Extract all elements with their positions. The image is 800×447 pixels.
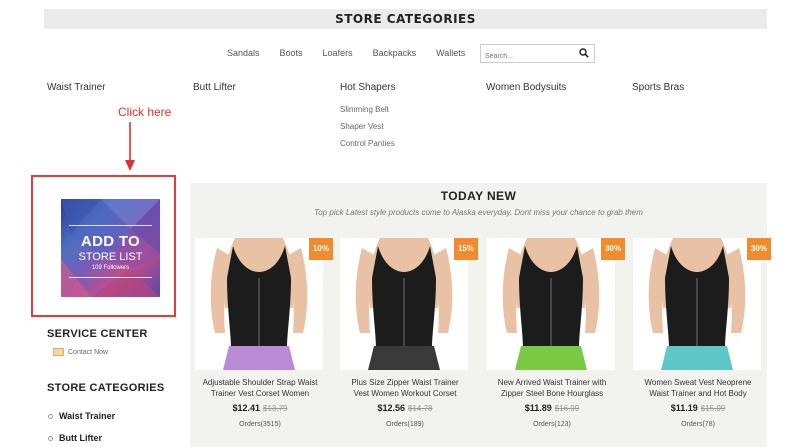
bullet-icon xyxy=(48,413,53,419)
discount-badge: 10% xyxy=(309,238,333,260)
product-name[interactable]: Women Sweat Vest Neoprene Waist Trainer a… xyxy=(628,377,768,399)
discount-badge: 30% xyxy=(601,238,625,260)
product-card[interactable]: 15% Plus Size Zipper Waist Trainer Vest W… xyxy=(335,238,478,443)
nav-link-wallets[interactable]: Wallets xyxy=(436,48,465,58)
click-here-annotation: Click here xyxy=(118,105,172,119)
shorts xyxy=(368,346,440,370)
price-old: $13.79 xyxy=(263,404,288,413)
search-box xyxy=(480,44,595,65)
contact-now-label: Contact Now xyxy=(68,348,109,356)
store-categories-header: STORE CATEGORIES xyxy=(44,9,767,29)
card-line2: STORE LIST xyxy=(78,251,143,263)
sidebar-item-waist-trainer[interactable]: Waist Trainer xyxy=(48,411,115,421)
today-new-section: TODAY NEW Top pick Latest style products… xyxy=(190,183,771,447)
product-price: $12.41 $13.79 xyxy=(190,403,330,413)
sidebar-item-label: Butt Lifter xyxy=(59,433,102,443)
product-name[interactable]: Adjustable Shoulder Strap Waist Trainer V… xyxy=(190,377,330,399)
sidebar-item-label: Waist Trainer xyxy=(59,411,116,421)
product-name-line1: Adjustable Shoulder Strap Waist xyxy=(202,378,318,387)
search-icon[interactable] xyxy=(579,48,589,58)
product-card[interactable]: 10% Adjustable Shoulder Strap Waist Train… xyxy=(190,238,333,443)
product-image[interactable] xyxy=(633,238,761,370)
price-current: $12.41 xyxy=(232,403,261,413)
model-figure-icon xyxy=(502,238,600,370)
add-to-store-list-button[interactable]: ADD TO STORE LIST 109 Followers xyxy=(61,199,160,297)
product-price: $11.89 $16.99 xyxy=(482,403,622,413)
product-orders: Orders(78) xyxy=(681,421,715,428)
category-butt-lifter[interactable]: Butt Lifter xyxy=(193,82,236,93)
shorts xyxy=(515,346,587,370)
subcategory-slimming-belt[interactable]: Slimming Belt xyxy=(340,105,389,114)
category-hot-shapers[interactable]: Hot Shapers xyxy=(340,82,396,93)
card-followers: 109 Followers xyxy=(91,265,130,271)
top-nav: Sandals Boots Loafers Backpacks Wallets xyxy=(227,48,485,58)
price-old: $15.99 xyxy=(700,404,726,413)
shorts xyxy=(661,346,733,370)
nav-link-boots[interactable]: Boots xyxy=(280,48,303,58)
product-image[interactable] xyxy=(487,238,615,370)
product-name[interactable]: Plus Size Zipper Waist Trainer Vest Women… xyxy=(335,377,475,399)
card-divider-top xyxy=(69,225,152,226)
nav-link-backpacks[interactable]: Backpacks xyxy=(373,48,417,58)
model-figure-icon xyxy=(648,238,746,370)
product-name-line1: Plus Size Zipper Waist Trainer xyxy=(351,378,459,387)
subcategory-control-panties[interactable]: Control Panties xyxy=(340,139,395,148)
model-figure-icon xyxy=(355,238,453,370)
product-orders: Orders(123) xyxy=(533,421,571,428)
today-new-subtitle: Top pick Latest style products come to A… xyxy=(314,208,643,217)
nav-link-loafers[interactable]: Loafers xyxy=(323,48,353,58)
shorts xyxy=(223,346,295,370)
add-to-store-list-box: ADD TO STORE LIST 109 Followers xyxy=(31,175,176,317)
today-new-title: TODAY NEW xyxy=(440,189,517,203)
product-image[interactable] xyxy=(340,238,468,370)
category-waist-trainer[interactable]: Waist Trainer xyxy=(47,82,106,93)
product-name-line1: Women Sweat Vest Neoprene xyxy=(644,378,752,387)
product-orders: Orders(3515) xyxy=(239,421,281,428)
price-current: $12.56 xyxy=(377,403,406,413)
category-sports-bras[interactable]: Sports Bras xyxy=(632,82,684,93)
product-name-line1: New Arrived Waist Trainer with xyxy=(497,378,607,387)
product-name[interactable]: New Arrived Waist Trainer with Zipper Ste… xyxy=(482,377,622,399)
store-categories-heading: STORE CATEGORIES xyxy=(47,382,165,394)
bullet-icon xyxy=(48,435,53,441)
product-card[interactable]: 30% Women Sweat Vest Neoprene Waist Train… xyxy=(628,238,771,443)
category-row: Waist Trainer Butt Lifter Hot Shapers Sl… xyxy=(0,82,800,162)
product-card[interactable]: 30% New Arrived Waist Trainer with Zipper… xyxy=(482,238,625,443)
product-name-line2: Zipper Steel Bone Hourglass xyxy=(500,389,604,398)
product-name-line2: Trainer Vest Corset Women xyxy=(210,389,310,398)
search-input[interactable] xyxy=(481,48,577,65)
product-orders: Orders(189) xyxy=(386,421,424,428)
discount-badge: 30% xyxy=(747,238,771,260)
product-price: $11.19 $15.99 xyxy=(628,403,768,413)
product-image[interactable] xyxy=(195,238,323,370)
header-title: STORE CATEGORIES xyxy=(335,12,476,26)
service-center-heading: SERVICE CENTER xyxy=(47,328,148,340)
mail-icon xyxy=(53,348,64,356)
price-current: $11.19 xyxy=(670,403,698,413)
category-women-bodysuits[interactable]: Women Bodysuits xyxy=(486,82,566,93)
product-price: $12.56 $14.78 xyxy=(335,403,475,413)
card-line1: ADD TO xyxy=(80,233,141,250)
discount-badge: 15% xyxy=(454,238,478,260)
model-figure-icon xyxy=(210,238,308,370)
product-name-line2: Vest Women Workout Corset xyxy=(353,389,457,398)
nav-link-sandals[interactable]: Sandals xyxy=(227,48,260,58)
card-divider-bottom xyxy=(69,277,152,278)
price-current: $11.89 xyxy=(524,403,552,413)
sidebar-item-butt-lifter[interactable]: Butt Lifter xyxy=(48,433,102,443)
product-name-line2: Waist Trainer and Hot Body xyxy=(649,389,747,398)
subcategory-shaper-vest[interactable]: Shaper Vest xyxy=(340,122,384,131)
contact-now-link[interactable]: Contact Now xyxy=(53,348,108,356)
price-old: $16.99 xyxy=(554,404,580,413)
down-arrow-icon xyxy=(125,122,135,171)
price-old: $14.78 xyxy=(408,404,433,413)
